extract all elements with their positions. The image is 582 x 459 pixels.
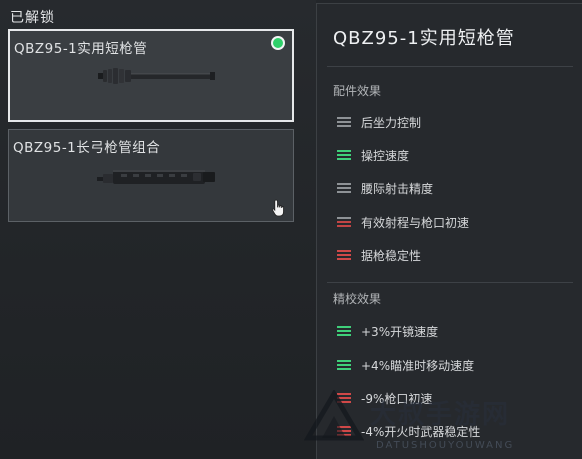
tuning-effect-row: +3%开镜速度 (337, 321, 438, 341)
tuning-effect-label: -9%枪口初速 (361, 391, 433, 406)
stat-bars-icon (337, 392, 351, 404)
attachment-effect-label: 操控速度 (361, 148, 410, 163)
hand-cursor-icon (272, 199, 284, 217)
tuning-effect-row: +4%瞄准时移动速度 (337, 355, 474, 375)
tuning-effect-label: -4%开火时武器稳定性 (361, 424, 481, 439)
longbow-barrel-icon (97, 170, 215, 184)
attachment-card-short-barrel[interactable]: QBZ95-1实用短枪管 (8, 29, 294, 122)
stat-bars-icon (337, 425, 351, 437)
tuning-effects-label: 精校效果 (333, 292, 382, 306)
tuning-effect-row: -4%开火时武器稳定性 (337, 421, 480, 441)
attachment-effect-label: 腰际射击精度 (361, 181, 434, 196)
tuning-effect-label: +4%瞄准时移动速度 (361, 358, 475, 373)
unlocked-section-title: 已解锁 (10, 10, 55, 26)
tuning-effect-label: +3%开镜速度 (361, 324, 439, 339)
attachment-effect-row: 腰际射击精度 (337, 178, 433, 198)
stat-bars-icon (337, 149, 351, 161)
attachment-effect-row: 操控速度 (337, 145, 409, 165)
stat-bars-icon (337, 182, 351, 194)
stat-bars-icon (337, 249, 351, 261)
attachment-effect-label: 据枪稳定性 (361, 248, 422, 263)
section-divider (327, 282, 573, 283)
attachment-effect-label: 有效射程与枪口初速 (361, 215, 470, 230)
detail-title: QBZ95-1实用短枪管 (333, 28, 515, 49)
stat-bars-icon (337, 359, 351, 371)
title-divider (327, 66, 573, 67)
attachment-effect-row: 据枪稳定性 (337, 245, 421, 265)
attachment-effect-row: 后坐力控制 (337, 112, 421, 132)
stat-bars-icon (337, 116, 351, 128)
attachment-card-name: QBZ95-1长弓枪管组合 (13, 140, 161, 156)
stat-bars-icon (337, 216, 351, 228)
attachment-effects-label: 配件效果 (333, 84, 382, 98)
stat-bars-icon (337, 325, 351, 337)
attachment-card-name: QBZ95-1实用短枪管 (14, 41, 148, 57)
attachment-detail-panel: QBZ95-1实用短枪管 配件效果 后坐力控制 操控速度 腰际射击精度 有效射程… (316, 3, 582, 459)
attachment-effect-label: 后坐力控制 (361, 115, 422, 130)
short-barrel-icon (98, 68, 215, 84)
attachment-card-longbow-barrel[interactable]: QBZ95-1长弓枪管组合 (8, 129, 294, 222)
equipped-indicator-icon (271, 36, 285, 50)
attachment-effect-row: 有效射程与枪口初速 (337, 212, 469, 232)
tuning-effect-row: -9%枪口初速 (337, 388, 432, 408)
